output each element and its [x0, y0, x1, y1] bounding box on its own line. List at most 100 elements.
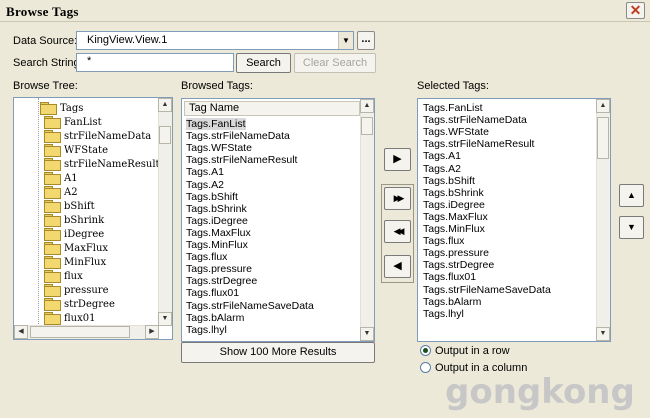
scroll-up-icon[interactable]: ▲	[596, 99, 610, 113]
scroll-thumb[interactable]	[159, 126, 171, 144]
clear-search-button[interactable]: Clear Search	[294, 53, 376, 73]
tree-item[interactable]: strDegree	[44, 298, 115, 311]
list-item[interactable]: Tags.lhyl	[186, 324, 227, 336]
close-button[interactable]: ✕	[626, 2, 645, 19]
list-item[interactable]: Tags.strFileNameResult	[186, 154, 297, 166]
list-item[interactable]: Tags.A1	[186, 166, 224, 178]
list-item[interactable]: Tags.iDegree	[423, 199, 485, 211]
move-down-button[interactable]: ▼	[619, 216, 644, 239]
tree-item[interactable]: A2	[44, 186, 78, 199]
tree-item-label: MinFlux	[64, 257, 107, 268]
tag-name-column-header[interactable]: Tag Name	[184, 101, 360, 116]
selected-vertical-scrollbar[interactable]: ▲ ▼	[596, 99, 610, 341]
scroll-left-icon[interactable]: ◀	[14, 325, 28, 339]
list-item[interactable]: Tags.lhyl	[423, 308, 464, 320]
list-item[interactable]: Tags.bShrink	[186, 203, 247, 215]
list-item[interactable]: Tags.MaxFlux	[186, 227, 251, 239]
list-item[interactable]: Tags.A2	[186, 179, 224, 191]
tree-item[interactable]: FanList	[44, 116, 102, 129]
selected-tags-label: Selected Tags:	[417, 80, 489, 92]
folder-icon	[44, 200, 61, 213]
browse-tree[interactable]: Tags FanList strFileNameData WFState strFile…	[13, 97, 173, 340]
list-item[interactable]: Tags.MinFlux	[423, 223, 485, 235]
list-item[interactable]: Tags.A1	[423, 150, 461, 162]
show-more-results-button[interactable]: Show 100 More Results	[181, 342, 375, 363]
list-item[interactable]: Tags.flux01	[423, 271, 476, 283]
list-item[interactable]: Tags.strFileNameResult	[423, 138, 534, 150]
list-item[interactable]: Tags.bShift	[423, 175, 475, 187]
add-all-tags-button[interactable]: ▶▶	[384, 187, 411, 210]
data-source-combo[interactable]: KingView.View.1 ▼	[76, 31, 354, 50]
browse-data-source-button[interactable]: ...	[357, 31, 375, 50]
scroll-down-icon[interactable]: ▼	[596, 327, 610, 341]
output-row-radio[interactable]	[420, 345, 431, 356]
list-item[interactable]: Tags.strDegree	[186, 275, 257, 287]
tree-vertical-scrollbar[interactable]: ▲ ▼	[158, 98, 172, 326]
scroll-down-icon[interactable]: ▼	[360, 327, 374, 341]
list-item[interactable]: Tags.strFileNameSaveData	[186, 300, 314, 312]
list-item[interactable]: Tags.flux	[186, 251, 227, 263]
tree-item[interactable]: Tags	[40, 102, 83, 115]
list-item[interactable]: Tags.MinFlux	[186, 239, 248, 251]
list-item[interactable]: Tags.pressure	[186, 263, 252, 275]
list-item[interactable]: Tags.strFileNameData	[186, 130, 290, 142]
tree-item[interactable]: MaxFlux	[44, 242, 108, 255]
list-item[interactable]: Tags.strDegree	[423, 259, 494, 271]
list-item[interactable]: Tags.bAlarm	[423, 296, 481, 308]
tree-item[interactable]: MinFlux	[44, 256, 106, 269]
list-item[interactable]: Tags.A2	[423, 163, 461, 175]
tree-item[interactable]: WFState	[44, 144, 108, 157]
tree-item[interactable]: bShrink	[44, 214, 104, 227]
scroll-down-icon[interactable]: ▼	[158, 312, 172, 326]
tree-item[interactable]: flux	[44, 270, 83, 283]
scroll-thumb[interactable]	[30, 326, 130, 338]
tree-item-label: flux01	[64, 313, 96, 324]
title-bar: Browse Tags ✕	[0, 0, 650, 22]
list-item[interactable]: Tags.strFileNameData	[423, 114, 527, 126]
tree-horizontal-scrollbar[interactable]: ◀ ▶	[14, 325, 159, 339]
list-item[interactable]: Tags.strFileNameSaveData	[423, 284, 551, 296]
list-item[interactable]: Tags.WFState	[186, 142, 252, 154]
tree-item[interactable]: iDegree	[44, 228, 104, 241]
move-up-button[interactable]: ▲	[619, 184, 644, 207]
scroll-up-icon[interactable]: ▲	[360, 99, 374, 113]
folder-icon	[44, 298, 61, 311]
list-item[interactable]: Tags.bShift	[186, 191, 238, 203]
list-item[interactable]: Tags.flux01	[186, 287, 239, 299]
browse-tree-label: Browse Tree:	[13, 80, 78, 92]
chevron-down-icon[interactable]: ▼	[338, 32, 353, 49]
search-input[interactable]: *	[76, 53, 234, 72]
output-column-radio[interactable]	[420, 362, 431, 373]
list-item[interactable]: Tags.bAlarm	[186, 312, 244, 324]
scroll-thumb[interactable]	[361, 117, 373, 135]
list-item[interactable]: Tags.pressure	[423, 247, 489, 259]
tree-item[interactable]: flux01	[44, 312, 95, 325]
browsed-vertical-scrollbar[interactable]: ▲ ▼	[360, 99, 374, 341]
tree-item[interactable]: pressure	[44, 284, 109, 297]
remove-tag-button[interactable]: ◀	[384, 255, 411, 278]
list-item[interactable]: Tags.flux	[423, 235, 464, 247]
tree-item[interactable]: strFileNameResult	[44, 158, 160, 171]
remove-all-tags-button[interactable]: ◀◀	[384, 220, 411, 243]
tree-guide-line	[38, 98, 39, 326]
tree-item-label: MaxFlux	[64, 243, 109, 254]
tree-item[interactable]: strFileNameData	[44, 130, 151, 143]
list-item[interactable]: Tags.iDegree	[186, 215, 248, 227]
folder-icon	[44, 158, 61, 171]
scroll-thumb[interactable]	[597, 117, 609, 159]
add-tag-button[interactable]: ▶	[384, 148, 411, 171]
scroll-right-icon[interactable]: ▶	[145, 325, 159, 339]
tree-item[interactable]: A1	[44, 172, 78, 185]
data-source-value: KingView.View.1	[87, 34, 168, 46]
list-item[interactable]: Tags.MaxFlux	[423, 211, 488, 223]
browsed-tags-list[interactable]: Tag Name Tags.FanList Tags.strFileNameDat…	[181, 98, 375, 342]
search-button[interactable]: Search	[236, 53, 291, 73]
output-row-label[interactable]: Output in a row	[435, 345, 510, 357]
selected-tags-list[interactable]: Tags.FanList Tags.strFileNameData Tags.WFS…	[417, 98, 611, 342]
list-item[interactable]: Tags.WFState	[423, 126, 489, 138]
list-item[interactable]: Tags.FanList	[423, 102, 483, 114]
scroll-up-icon[interactable]: ▲	[158, 98, 172, 112]
tree-item[interactable]: bShift	[44, 200, 95, 213]
list-item[interactable]: Tags.FanList	[186, 118, 246, 130]
list-item[interactable]: Tags.bShrink	[423, 187, 484, 199]
